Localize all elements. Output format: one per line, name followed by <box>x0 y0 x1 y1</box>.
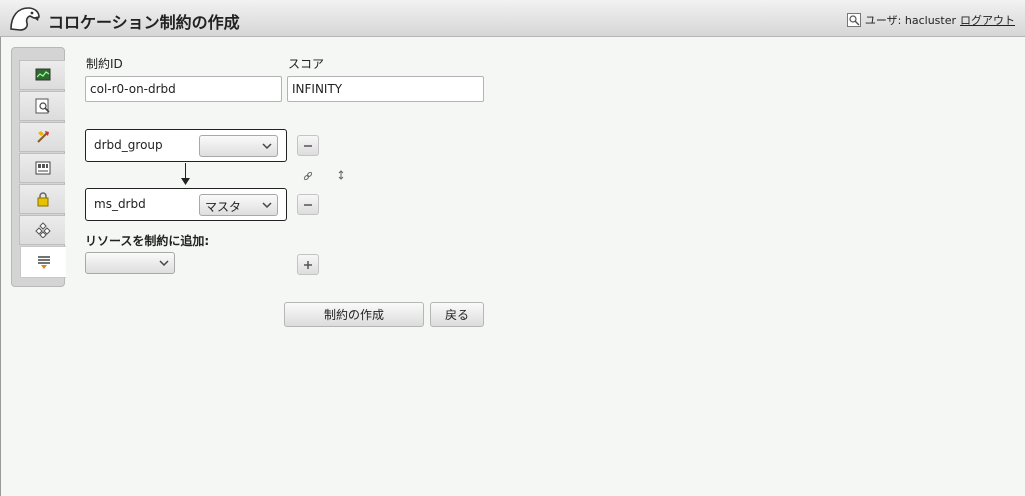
add-resource-select[interactable] <box>85 252 175 274</box>
remove-resource-button-1[interactable] <box>297 135 319 156</box>
resource-name-2: ms_drbd <box>94 197 146 211</box>
add-resource-button[interactable] <box>297 254 319 275</box>
sidebar <box>11 47 66 287</box>
plus-icon <box>304 260 312 269</box>
create-constraint-button[interactable]: 制約の作成 <box>284 302 424 327</box>
constraints-icon <box>37 256 50 269</box>
chevron-down-icon <box>262 202 272 209</box>
lock-icon <box>37 192 48 207</box>
score-label: スコア <box>288 57 325 71</box>
chevron-down-icon <box>262 143 272 150</box>
resource-name-1: drbd_group <box>94 138 163 152</box>
sidebar-item-tools[interactable] <box>19 122 65 152</box>
tools-icon <box>36 131 49 143</box>
resource-role-value-2: マスタ <box>205 200 242 214</box>
chevron-down-icon <box>159 260 169 267</box>
logout-link[interactable]: ログアウト <box>960 12 1015 28</box>
constraint-id-input[interactable] <box>85 76 282 102</box>
header-bar: コロケーション制約の作成 ユーザ: hacluster ログアウト <box>0 0 1025 37</box>
arrow-down-icon <box>181 178 190 185</box>
user-label: ユーザ: hacluster <box>864 14 956 27</box>
minus-icon <box>304 144 312 147</box>
sidebar-item-nodes[interactable] <box>19 153 65 183</box>
score-input[interactable] <box>287 76 484 102</box>
inspect-icon <box>35 98 50 114</box>
sidebar-item-constraints[interactable] <box>20 246 66 278</box>
back-button[interactable]: 戻る <box>430 302 484 327</box>
link-icon[interactable] <box>303 171 313 181</box>
sidebar-item-monitor[interactable] <box>19 60 65 90</box>
swap-icon[interactable] <box>336 170 346 180</box>
eagle-logo-icon <box>10 7 40 31</box>
user-area: ユーザ: hacluster ログアウト <box>846 12 1015 28</box>
resource-role-select-2[interactable]: マスタ <box>199 194 278 216</box>
minus-icon <box>304 203 312 206</box>
monitor-icon <box>35 68 50 81</box>
remove-resource-button-2[interactable] <box>297 194 319 215</box>
sidebar-item-lock[interactable] <box>19 184 65 214</box>
constraint-id-label: 制約ID <box>86 57 123 71</box>
sidebar-item-resources[interactable] <box>19 215 65 245</box>
page-title: コロケーション制約の作成 <box>48 13 240 32</box>
nodes-icon <box>35 161 50 175</box>
user-search-icon <box>846 13 861 27</box>
sidebar-item-inspect[interactable] <box>19 91 65 121</box>
frame-border <box>0 37 1 496</box>
add-resource-label: リソースを制約に追加: <box>85 234 210 248</box>
resource-box-2: ms_drbd マスタ <box>85 188 287 221</box>
resources-icon <box>34 222 51 238</box>
resource-role-select-1[interactable] <box>199 135 278 157</box>
resource-box-1: drbd_group <box>85 129 287 162</box>
